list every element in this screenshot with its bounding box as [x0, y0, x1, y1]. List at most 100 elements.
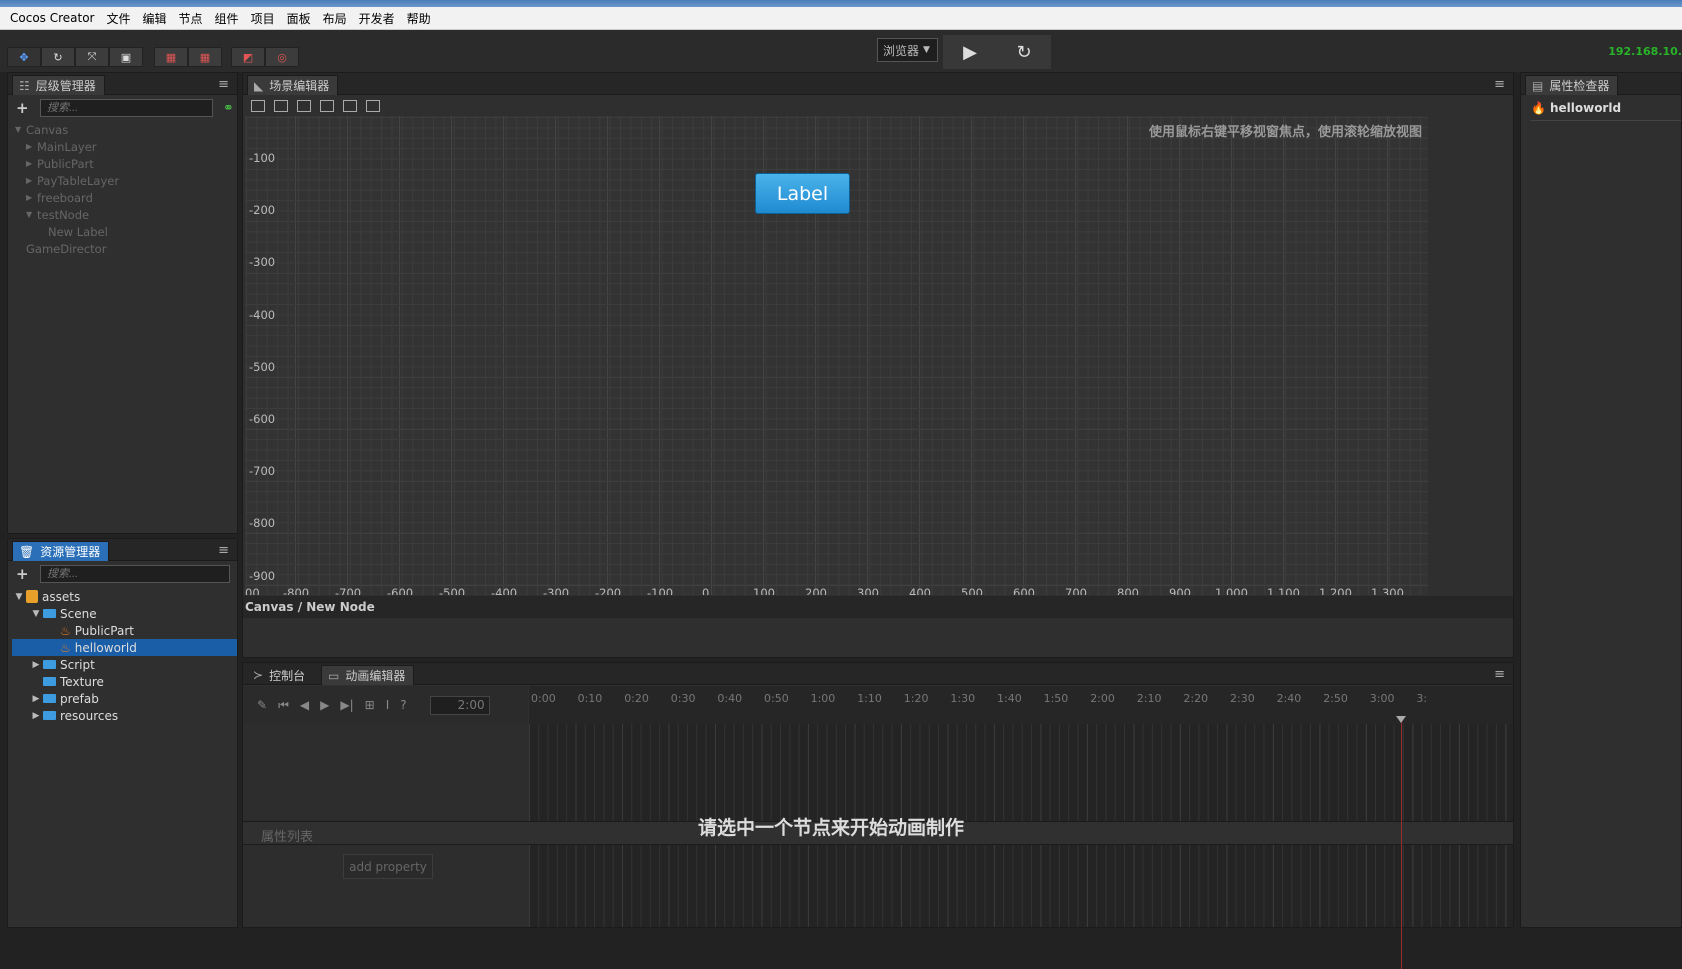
label-node[interactable]: Label — [755, 173, 850, 214]
help-icon[interactable]: ? — [400, 698, 406, 712]
x-tick-label: 300 — [857, 586, 879, 595]
next-frame-icon[interactable]: ▶| — [340, 698, 353, 712]
align-vcenter-icon[interactable] — [274, 100, 288, 112]
assets-icon — [26, 590, 38, 603]
chevron-right-icon[interactable]: ▶ — [26, 159, 37, 168]
tab-animation[interactable]: ▭ 动画编辑器 — [321, 665, 415, 685]
panel-menu-icon[interactable]: ≡ — [1494, 77, 1505, 92]
panel-menu-icon[interactable]: ≡ — [1494, 667, 1505, 682]
asset-item[interactable]: ♨ helloworld — [12, 639, 237, 656]
inspector-icon: ▤ — [1532, 78, 1544, 93]
asset-item[interactable]: ▼ assets — [12, 588, 237, 605]
asset-item[interactable]: ▼ Scene — [12, 605, 237, 622]
move-tool-button[interactable]: ✥ — [7, 47, 41, 67]
asset-item[interactable]: ▶ prefab — [12, 690, 237, 707]
align-hcenter-icon[interactable] — [343, 100, 357, 112]
menu-project[interactable]: 项目 — [251, 10, 275, 27]
tree-node[interactable]: New Label — [15, 223, 237, 240]
rotate-tool-button[interactable]: ↻ — [41, 47, 75, 67]
playhead-marker-icon[interactable] — [1396, 716, 1406, 723]
tree-node[interactable]: ▶ freeboard — [15, 189, 237, 206]
timeline-tick-label: 0:50 — [764, 692, 789, 705]
chevron-down-icon[interactable]: ▼ — [15, 125, 26, 134]
link-icon[interactable]: ⚭ — [223, 101, 234, 116]
menu-panel[interactable]: 面板 — [287, 10, 311, 27]
timeline-tick-label: 1:40 — [997, 692, 1022, 705]
asset-item[interactable]: ♨ PublicPart — [12, 622, 237, 639]
tab-console[interactable]: ≻ 控制台 — [247, 665, 313, 685]
chevron-right-icon[interactable]: ▶ — [26, 142, 37, 151]
tree-node[interactable]: ▶ PublicPart — [15, 155, 237, 172]
menu-node[interactable]: 节点 — [179, 10, 203, 27]
tree-node[interactable]: ▼ testNode — [15, 206, 237, 223]
tab-scene[interactable]: ◣ 场景编辑器 — [247, 75, 339, 95]
tree-node[interactable]: GameDirector — [15, 240, 237, 257]
chevron-down-icon[interactable]: ▼ — [12, 592, 26, 602]
menu-developer[interactable]: 开发者 — [359, 10, 395, 27]
timeline-tick-label: 3: — [1416, 692, 1428, 705]
chevron-right-icon[interactable]: ▶ — [29, 711, 43, 721]
asset-item[interactable]: Texture — [12, 673, 237, 690]
align-bottom-icon[interactable] — [297, 100, 311, 112]
panel-menu-icon[interactable]: ≡ — [218, 543, 229, 558]
tree-node-label: MainLayer — [37, 139, 97, 154]
fire-icon: ♨ — [60, 640, 71, 655]
add-event-icon[interactable]: ⊞ — [365, 698, 375, 712]
menu-component[interactable]: 组件 — [215, 10, 239, 27]
play-button[interactable]: ▶ — [943, 35, 997, 69]
asset-item[interactable]: ▶ resources — [12, 707, 237, 724]
add-asset-button[interactable]: + — [16, 565, 30, 583]
tree-node-label: freeboard — [37, 190, 93, 205]
assets-search-input[interactable] — [40, 565, 230, 583]
chevron-right-icon[interactable]: ▶ — [29, 660, 43, 670]
local-button[interactable]: ◩ — [231, 47, 265, 67]
align-left-icon[interactable] — [320, 100, 334, 112]
tree-node-label: Canvas — [26, 122, 69, 137]
center-button[interactable]: ▦ — [188, 47, 222, 67]
panel-menu-icon[interactable]: ≡ — [218, 77, 229, 92]
tree-node[interactable]: ▶ MainLayer — [15, 138, 237, 155]
timeline-tick-label: 0:10 — [577, 692, 603, 705]
hierarchy-search-input[interactable] — [40, 99, 213, 117]
menu-file[interactable]: 文件 — [107, 10, 131, 27]
tree-node[interactable]: ▶ PayTableLayer — [15, 172, 237, 189]
scale-tool-button[interactable]: ⤧ — [75, 47, 109, 67]
add-node-button[interactable]: + — [16, 99, 30, 117]
x-tick-label: 100 — [753, 586, 775, 595]
tree-node[interactable]: ▼ Canvas — [15, 121, 237, 138]
menu-edit[interactable]: 编辑 — [143, 10, 167, 27]
timeline-ruler[interactable]: 0:00 0:10 0:20 0:30 0:40 0:50 1:00 1:10 1:20 1:30… — [529, 686, 1513, 724]
tree-node-label: GameDirector — [26, 241, 107, 256]
asset-item[interactable]: ▶ Script — [12, 656, 237, 673]
playhead-line[interactable] — [1401, 719, 1402, 969]
prev-frame-icon[interactable]: ◀ — [300, 698, 309, 712]
platform-select[interactable]: 浏览器 ▼ — [877, 38, 938, 62]
tab-inspector[interactable]: ▤ 属性检查器 — [1525, 75, 1619, 95]
global-button[interactable]: ◎ — [265, 47, 299, 67]
chevron-down-icon: ▼ — [923, 45, 930, 55]
folder-icon — [43, 660, 56, 669]
refresh-button[interactable]: ↻ — [997, 35, 1051, 69]
chevron-down-icon[interactable]: ▼ — [26, 210, 37, 219]
time-input[interactable]: 2:00 — [429, 695, 490, 715]
scene-viewport[interactable]: 使用鼠标右键平移视窗焦点，使用滚轮缩放视图 -100 -200 -300 -400 -5… — [245, 116, 1428, 595]
breadcrumb: Canvas / New Node — [243, 596, 1513, 618]
chevron-down-icon[interactable]: ▼ — [29, 609, 43, 619]
first-frame-icon[interactable]: ⏮ — [278, 698, 289, 713]
app-title: Cocos Creator — [10, 11, 95, 25]
play-icon[interactable]: ▶ — [320, 698, 329, 712]
rect-tool-button[interactable]: ▣ — [109, 47, 143, 67]
align-right-icon[interactable] — [366, 100, 380, 112]
chevron-right-icon[interactable]: ▶ — [26, 193, 37, 202]
chevron-right-icon[interactable]: ▶ — [29, 694, 43, 704]
edit-icon[interactable]: ✎ — [257, 698, 267, 712]
pivot-button[interactable]: ▦ — [154, 47, 188, 67]
add-property-button[interactable]: add property — [343, 854, 433, 879]
align-top-icon[interactable] — [251, 100, 265, 112]
tab-assets[interactable]: 🗑 资源管理器 — [12, 541, 110, 561]
chevron-right-icon[interactable]: ▶ — [26, 176, 37, 185]
cursor-icon[interactable]: I — [386, 698, 390, 712]
menu-layout[interactable]: 布局 — [323, 10, 347, 27]
menu-help[interactable]: 帮助 — [407, 10, 431, 27]
tab-hierarchy[interactable]: ☷ 层级管理器 — [12, 75, 105, 95]
